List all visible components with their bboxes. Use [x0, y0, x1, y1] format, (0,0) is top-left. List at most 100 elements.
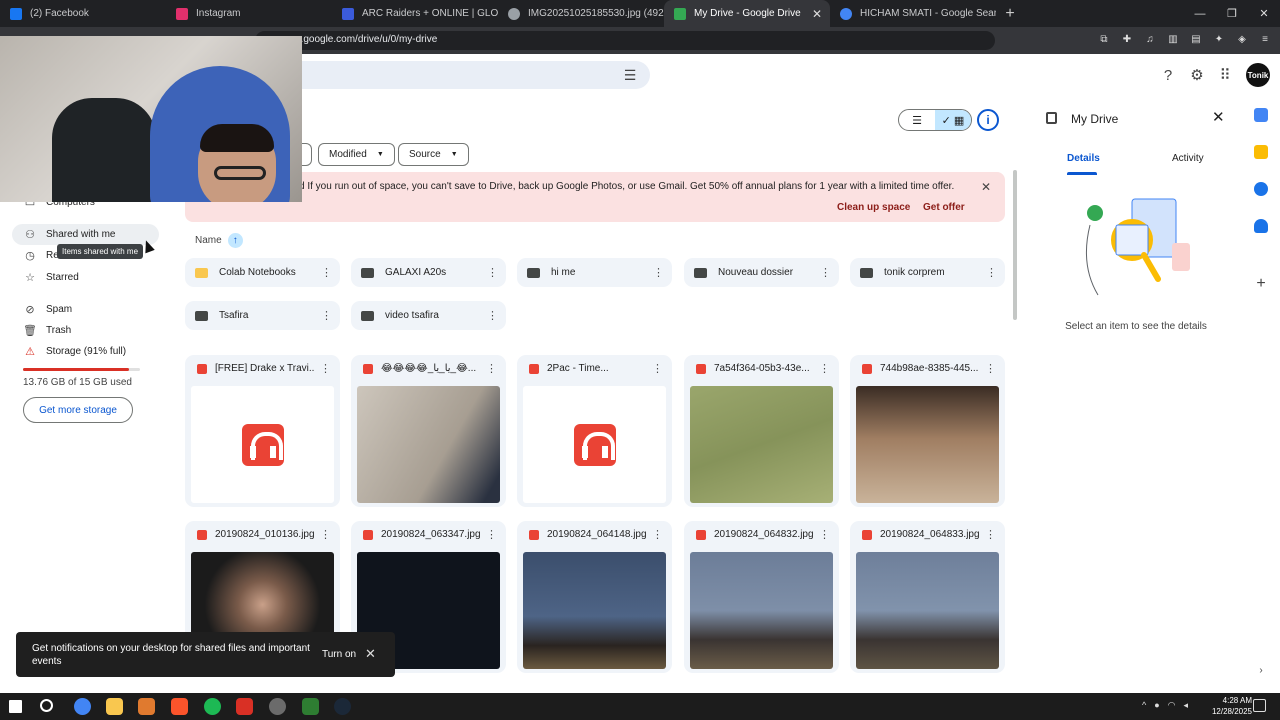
calendar-icon[interactable] — [1254, 108, 1268, 122]
help-icon[interactable]: ? — [1158, 65, 1178, 85]
avatar[interactable]: Tonik — [1246, 63, 1270, 87]
folder-item[interactable]: GALAXI A20s ⋮ — [351, 258, 506, 287]
wifi-icon[interactable]: ◠ — [1168, 700, 1176, 711]
scrollbar[interactable] — [1013, 170, 1017, 320]
puzzle-icon[interactable]: ✚ — [1120, 32, 1134, 46]
new-tab-button[interactable]: + — [1000, 5, 1020, 23]
tab-my-drive[interactable]: My Drive - Google Drive ✕ — [664, 0, 830, 27]
folder-item[interactable]: tonik corprem ⋮ — [850, 258, 1005, 287]
more-options-icon[interactable]: ⋮ — [321, 266, 332, 279]
app-icon[interactable] — [302, 698, 319, 715]
sidebar-item-spam[interactable]: ⊘ Spam — [12, 299, 159, 320]
tab-details[interactable]: Details — [1067, 153, 1100, 164]
chevron-right-icon[interactable]: › — [1254, 665, 1268, 679]
sidebar-icon[interactable]: ▥ — [1166, 32, 1180, 46]
grid-view-icon[interactable]: ✓ ▦ — [935, 110, 971, 130]
more-options-icon[interactable]: ⋮ — [320, 362, 331, 375]
sidebar-item-storage[interactable]: ⚠ Storage (91% full) — [12, 341, 159, 362]
spotify-icon[interactable] — [204, 698, 221, 715]
tab-activity[interactable]: Activity — [1172, 153, 1204, 164]
contacts-icon[interactable] — [1254, 219, 1268, 233]
chrome-icon[interactable] — [74, 698, 91, 715]
close-icon[interactable]: ✕ — [981, 180, 991, 194]
info-icon[interactable]: i — [977, 109, 999, 131]
brave-icon[interactable] — [171, 698, 188, 715]
sidebar-item-starred[interactable]: ☆ Starred — [12, 267, 159, 288]
windows-start-icon[interactable] — [9, 700, 22, 713]
notification-icon[interactable] — [1253, 699, 1266, 712]
get-more-storage-button[interactable]: Get more storage — [23, 397, 133, 423]
sort-header[interactable]: Name ↑ — [195, 233, 243, 248]
file-card[interactable]: [FREE] Drake x Travi... ⋮ — [185, 355, 340, 507]
wallet-icon[interactable]: ▤ — [1189, 32, 1203, 46]
steam-icon[interactable] — [334, 698, 351, 715]
more-options-icon[interactable]: ⋮ — [819, 362, 830, 375]
file-card[interactable]: 20190824_064833.jpg ⋮ — [850, 521, 1005, 673]
close-window-icon[interactable]: ✕ — [1248, 0, 1280, 27]
vpn-icon[interactable]: ◈ — [1235, 32, 1249, 46]
app-icon[interactable] — [138, 698, 155, 715]
file-card[interactable]: 😂😂😂😂_يا_يا_😂... ⋮ — [351, 355, 506, 507]
folder-item[interactable]: hi me ⋮ — [517, 258, 672, 287]
more-options-icon[interactable]: ⋮ — [653, 266, 664, 279]
extension-icon[interactable]: ⧉ — [1097, 32, 1111, 46]
speaker-icon[interactable]: ◂ — [1184, 700, 1189, 711]
search-options-icon[interactable]: ☰ — [622, 67, 638, 83]
add-icon[interactable]: + — [1254, 276, 1268, 292]
more-options-icon[interactable]: ⋮ — [487, 266, 498, 279]
file-card[interactable]: 20190824_064148.jpg ⋮ — [517, 521, 672, 673]
tab-instagram[interactable]: Instagram — [166, 0, 332, 27]
media-icon[interactable]: ♫ — [1143, 32, 1157, 46]
file-card[interactable]: 20190824_064832.jpg ⋮ — [684, 521, 839, 673]
more-options-icon[interactable]: ⋮ — [320, 528, 331, 541]
ai-icon[interactable]: ✦ — [1212, 32, 1226, 46]
more-options-icon[interactable]: ⋮ — [321, 309, 332, 322]
apps-grid-icon[interactable]: ⠿ — [1215, 65, 1235, 85]
tab-google-search[interactable]: HICHAM SMATI - Google Search — [830, 0, 996, 27]
menu-icon[interactable]: ≡ — [1258, 32, 1272, 46]
clean-up-space-button[interactable]: Clean up space — [837, 202, 910, 213]
more-options-icon[interactable]: ⋮ — [487, 309, 498, 322]
folder-item[interactable]: Nouveau dossier ⋮ — [684, 258, 839, 287]
restore-icon[interactable]: ❐ — [1216, 0, 1248, 27]
more-options-icon[interactable]: ⋮ — [819, 528, 830, 541]
tab-facebook[interactable]: (2) Facebook — [0, 0, 166, 27]
sidebar-item-trash[interactable]: 🗑 Trash — [12, 320, 159, 341]
close-tab-icon[interactable]: ✕ — [812, 7, 822, 21]
source-filter-chip[interactable]: Source ▼ — [398, 143, 469, 166]
list-view-icon[interactable]: ☰ — [899, 110, 935, 130]
close-icon[interactable]: ✕ — [1212, 108, 1225, 126]
tab-arc-raiders[interactable]: ARC Raiders + ONLINE | GLOBAL | A — [332, 0, 498, 27]
more-options-icon[interactable]: ⋮ — [985, 528, 996, 541]
minimize-icon[interactable]: — — [1184, 0, 1216, 27]
modified-filter-chip[interactable]: Modified ▼ — [318, 143, 395, 166]
app-icon[interactable] — [269, 698, 286, 715]
more-options-icon[interactable]: ⋮ — [986, 266, 997, 279]
microphone-icon[interactable]: ● — [1154, 700, 1159, 711]
turn-on-button[interactable]: Turn on — [322, 649, 356, 660]
get-offer-button[interactable]: Get offer — [923, 202, 965, 213]
file-explorer-icon[interactable] — [106, 698, 123, 715]
more-options-icon[interactable]: ⋮ — [652, 528, 663, 541]
clock[interactable]: 4:28 AM 12/28/2025 — [1212, 695, 1252, 717]
settings-gear-icon[interactable]: ⚙ — [1187, 65, 1207, 85]
arrow-up-icon[interactable]: ↑ — [227, 233, 243, 248]
more-options-icon[interactable]: ⋮ — [486, 362, 497, 375]
search-icon[interactable] — [40, 699, 53, 712]
more-options-icon[interactable]: ⋮ — [486, 528, 497, 541]
close-icon[interactable]: ✕ — [365, 646, 376, 662]
address-bar[interactable]: e.google.com/drive/u/0/my-drive — [255, 31, 995, 50]
chevron-up-icon[interactable]: ^ — [1142, 700, 1146, 711]
tab-image[interactable]: IMG20251025185530.jpg (4928×65 — [498, 0, 664, 27]
file-card[interactable]: 744b98ae-8385-445... ⋮ — [850, 355, 1005, 507]
folder-item[interactable]: video tsafira ⋮ — [351, 301, 506, 330]
recorder-icon[interactable] — [236, 698, 253, 715]
folder-item[interactable]: Colab Notebooks ⋮ — [185, 258, 340, 287]
more-options-icon[interactable]: ⋮ — [985, 362, 996, 375]
more-options-icon[interactable]: ⋮ — [652, 362, 663, 375]
file-card[interactable]: 7a54f364-05b3-43e... ⋮ — [684, 355, 839, 507]
more-options-icon[interactable]: ⋮ — [820, 266, 831, 279]
keep-icon[interactable] — [1254, 145, 1268, 159]
tasks-icon[interactable] — [1254, 182, 1268, 196]
sidebar-item-shared-with-me[interactable]: ⚇ Shared with me — [12, 224, 159, 245]
